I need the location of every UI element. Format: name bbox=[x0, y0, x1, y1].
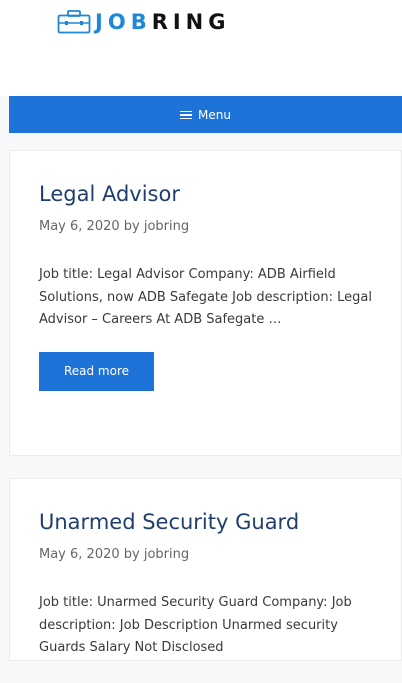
briefcase-icon bbox=[57, 10, 91, 34]
post-excerpt: Job title: Legal Advisor Company: ADB Ai… bbox=[39, 267, 372, 327]
site-logo[interactable]: JOBRING bbox=[57, 8, 231, 36]
post-excerpt: Job title: Unarmed Security Guard Compan… bbox=[39, 595, 352, 655]
read-more-button[interactable]: Read more bbox=[39, 351, 154, 391]
logo-letter: O bbox=[107, 10, 131, 34]
post-meta: May 6, 2020 by jobring bbox=[39, 219, 190, 234]
logo-letter: B bbox=[130, 10, 152, 34]
post-title-link[interactable]: Legal Advisor bbox=[39, 179, 372, 209]
post-title-link[interactable]: Unarmed Security Guard bbox=[39, 507, 372, 537]
post-list: Legal Advisor May 6, 2020 by jobring Job… bbox=[9, 150, 402, 683]
post-card: Unarmed Security Guard May 6, 2020 by jo… bbox=[9, 478, 402, 661]
post-card: Legal Advisor May 6, 2020 by jobring Job… bbox=[9, 150, 402, 456]
logo-letters: RING bbox=[151, 10, 231, 34]
menu-label: Menu bbox=[198, 107, 231, 122]
logo-letter: J bbox=[95, 10, 108, 34]
site-header: JOBRING bbox=[0, 0, 402, 96]
logo-text: JOBRING bbox=[95, 8, 231, 36]
hamburger-icon bbox=[180, 110, 193, 120]
menu-toggle-button[interactable]: Menu bbox=[9, 96, 402, 133]
post-meta: May 6, 2020 by jobring bbox=[39, 547, 190, 562]
